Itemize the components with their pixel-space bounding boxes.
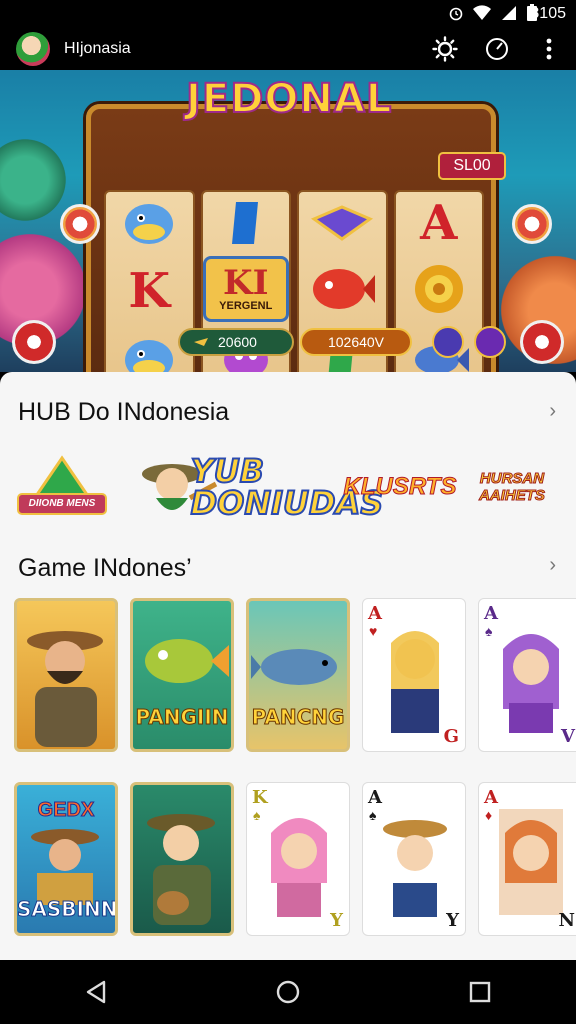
center-symbol: KI YERGENL (202, 256, 289, 322)
card-symbol (211, 196, 281, 250)
game-card-adventurer[interactable] (14, 598, 118, 752)
reel-letter-a: A (420, 195, 458, 251)
menu-bonus-button[interactable] (474, 326, 506, 358)
wifi-icon (473, 5, 491, 21)
slot-reels: K KI YERGENL A (104, 190, 484, 372)
gauge-icon (486, 38, 508, 60)
fish-symbol (114, 332, 184, 372)
hub-section-title: HUB Do INdonesia (18, 398, 230, 426)
recents-button[interactable] (456, 968, 504, 1016)
gem-symbol (307, 196, 377, 250)
playing-card-a-diamonds[interactable]: A ♦ N (478, 782, 576, 936)
alarm-icon (449, 7, 463, 21)
status-time: 8105 (530, 5, 566, 22)
back-button[interactable] (72, 968, 120, 1016)
hub-logo-row: DIIONB MENS YUB DONIUDAS KLUSRTS HURSAN … (12, 452, 564, 522)
playing-card-a-spades-hat[interactable]: A ♠ Y (362, 782, 466, 936)
game-row-2: GEDX SASBINN K ♠ Y A ♠ Y A ♦ N (14, 782, 576, 936)
left-spin-button[interactable] (12, 320, 56, 364)
app-bar: HIjonasia (0, 28, 576, 70)
bet-counter: 102640V (300, 328, 412, 356)
hub-logo-2[interactable]: YUB DONIUDAS (190, 452, 385, 522)
game-row-1: PANGIIN PANCNG A ♥ G A ♠ V (14, 598, 576, 752)
right-lantern-icon (512, 204, 552, 244)
hub-chevron-icon[interactable]: › (549, 400, 556, 423)
game-card-sasbiinn[interactable]: GEDX SASBINN (14, 782, 118, 936)
game-card-pancng[interactable]: PANCNG (246, 598, 350, 752)
more-options-button[interactable] (536, 36, 562, 62)
fish-symbol (114, 196, 184, 250)
app-title: HIjonasia (64, 40, 131, 57)
hub-logo-4[interactable]: HURSAN AAIHETS (460, 452, 564, 522)
playing-card-a-spades[interactable]: A ♠ V (478, 598, 576, 752)
status-icons (448, 4, 538, 22)
star-bonus-button[interactable] (432, 326, 464, 358)
app-bar-actions (432, 36, 562, 62)
brightness-button[interactable] (432, 36, 458, 62)
home-button[interactable] (264, 968, 312, 1016)
red-fish-symbol (307, 262, 377, 316)
speed-button[interactable] (484, 36, 510, 62)
game-card-guitarist[interactable] (130, 782, 234, 936)
slot-badge: SL00 (438, 152, 506, 180)
gold-flower-symbol (404, 262, 474, 316)
coral-decoration (0, 130, 70, 230)
playing-card-k-pink[interactable]: K ♠ Y (246, 782, 350, 936)
slot-banner[interactable]: JEDONAL SL00 K KI YERGENL A 20600 102640… (0, 70, 576, 372)
card-label: PANGIIN (135, 705, 229, 730)
balance-counter: 20600 (178, 328, 294, 356)
game-section-title: Game INdones’ (18, 554, 192, 582)
game-card-pangiin[interactable]: PANGIIN (130, 598, 234, 752)
app-logo (16, 32, 50, 66)
brightness-icon (432, 36, 458, 62)
game-chevron-icon[interactable]: › (549, 554, 556, 577)
hub-logo-3[interactable]: KLUSRTS (343, 452, 457, 522)
signal-icon (502, 6, 516, 20)
status-bar: 8105 (0, 0, 576, 28)
reel-letter-k: K (128, 263, 171, 319)
right-spin-button[interactable] (520, 320, 564, 364)
recents-icon (469, 981, 491, 1003)
hub-logo-1[interactable]: DIIONB MENS (12, 452, 112, 522)
content-sheet: HUB Do INdonesia › DIIONB MENS YUB DONIU… (0, 372, 576, 960)
slot-title: JEDONAL (185, 75, 393, 123)
home-icon (276, 980, 300, 1004)
playing-card-a-hearts[interactable]: A ♥ G (362, 598, 466, 752)
card-label: PANCNG (251, 705, 345, 730)
more-vert-icon (546, 38, 552, 60)
left-lantern-icon (60, 204, 100, 244)
coin-icon (194, 338, 208, 346)
navigation-bar (0, 960, 576, 1024)
back-icon (86, 980, 106, 1004)
